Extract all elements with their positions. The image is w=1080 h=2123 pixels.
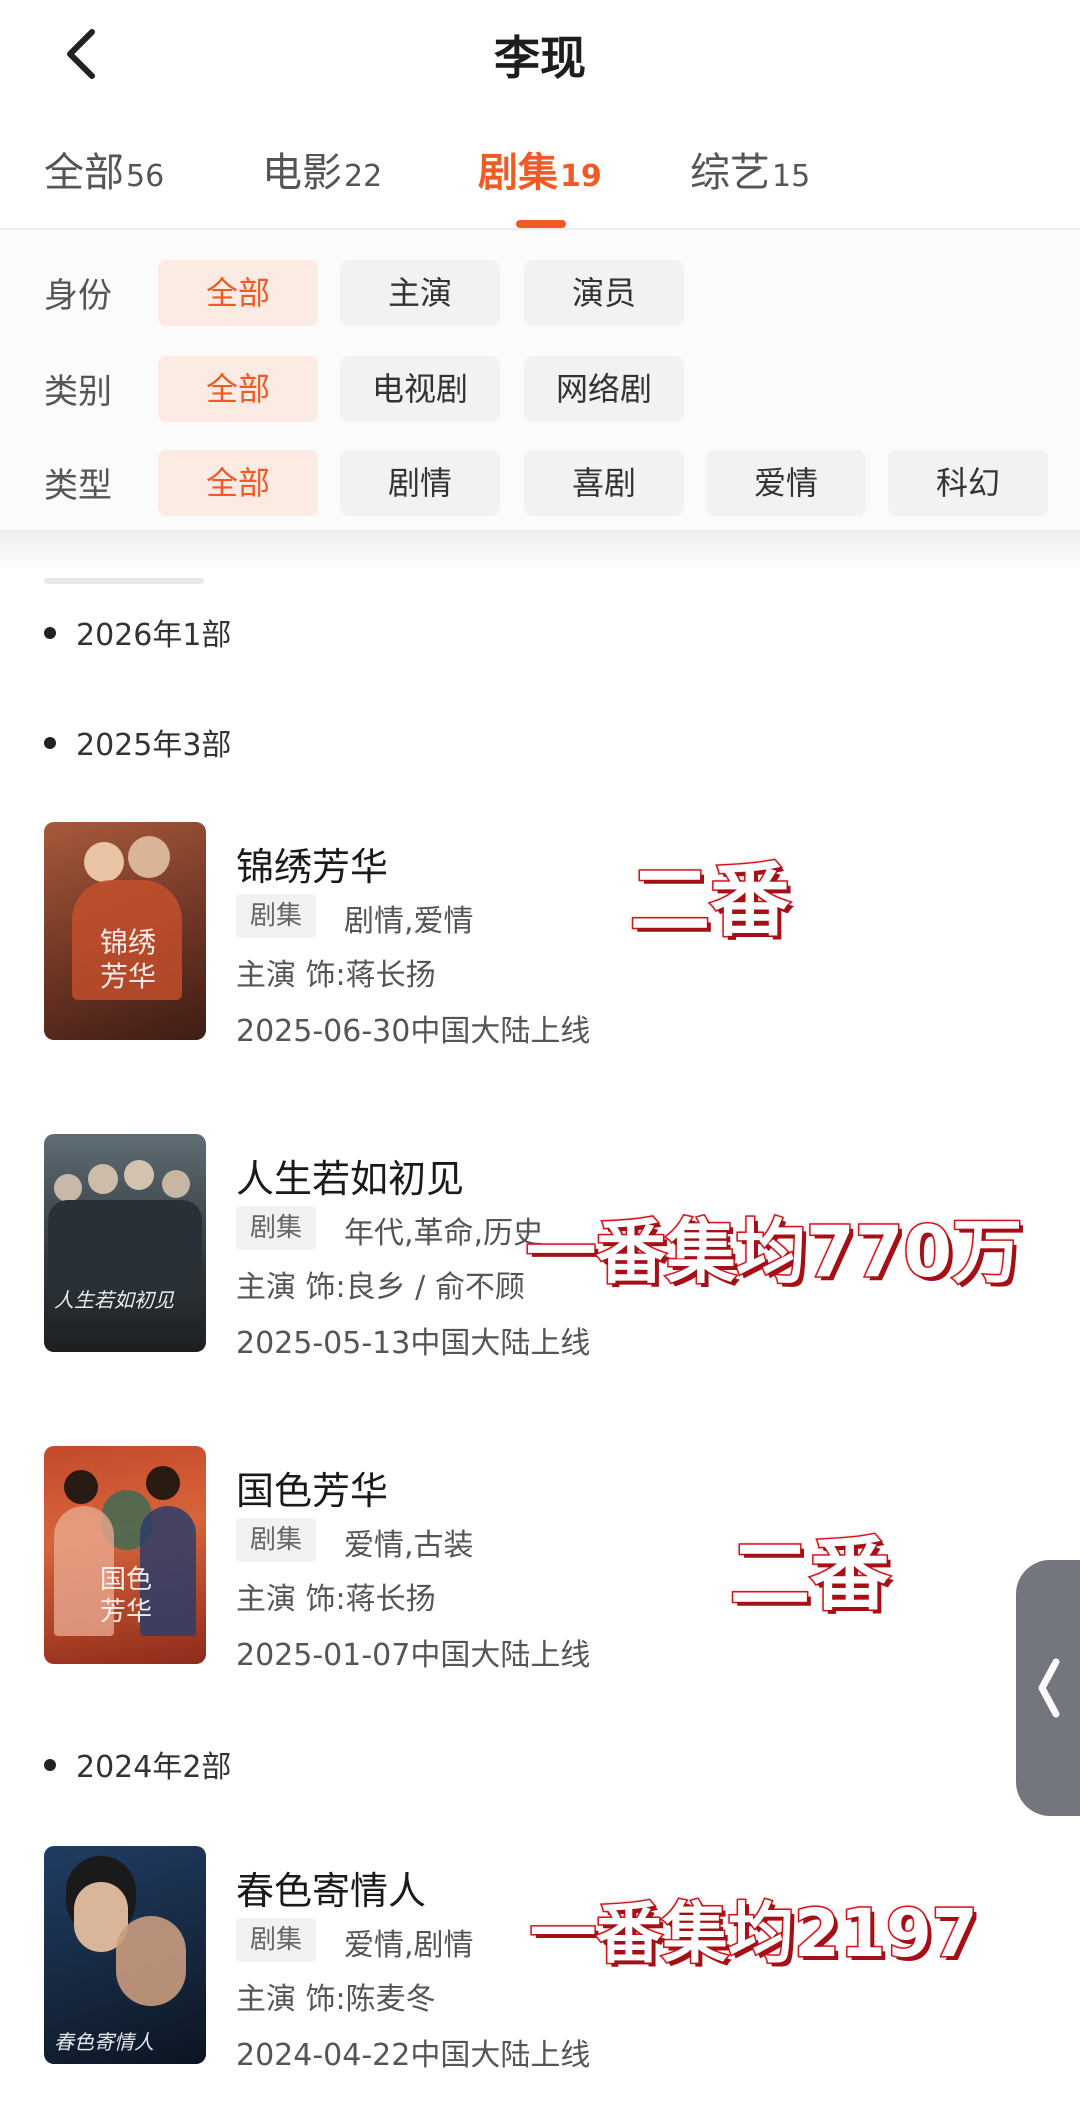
filter-label: 身份	[44, 276, 112, 316]
annotation-text: 二番	[729, 1527, 892, 1623]
year-label: 2026年1部	[76, 618, 232, 653]
filter-chip-lead[interactable]: 主演	[340, 260, 500, 326]
annotation-text: 一番集均2197	[529, 1894, 980, 1974]
series-title: 春色寄情人	[236, 1869, 427, 1913]
filter-chip-actor[interactable]: 演员	[524, 260, 684, 326]
year-label: 2025年3部	[76, 728, 232, 763]
filter-chip-scifi[interactable]: 科幻	[888, 450, 1048, 516]
filter-chip-category-all[interactable]: 全部	[158, 356, 318, 422]
tab-label: 全部	[44, 150, 124, 196]
series-title: 国色芳华	[236, 1469, 389, 1513]
filter-chip-genre-all[interactable]: 全部	[158, 450, 318, 516]
filter-chip-web[interactable]: 网络剧	[524, 356, 684, 422]
type-tag: 剧集	[236, 1918, 317, 1962]
series-title: 锦绣芳华	[236, 845, 389, 889]
year-label: 2024年2部	[76, 1750, 232, 1785]
side-drawer-handle[interactable]	[1016, 1560, 1080, 1816]
poster-title: 人生若如初见	[54, 1288, 174, 1312]
role-text: 主演 饰:蒋长扬	[236, 958, 436, 993]
bullet-icon	[44, 626, 56, 639]
filter-chip-tv[interactable]: 电视剧	[340, 356, 500, 422]
tab-label: 电影	[262, 150, 342, 196]
chevron-left-icon	[1038, 1658, 1060, 1718]
tab-count: 15	[772, 159, 811, 194]
poster-image: 锦绣芳华	[44, 822, 206, 1040]
scrolled-content-edge	[44, 578, 204, 584]
tab-all[interactable]: 全部56	[44, 140, 164, 198]
tab-variety[interactable]: 综艺15	[690, 140, 810, 198]
bullet-icon	[44, 736, 56, 749]
tab-count: 19	[560, 159, 602, 194]
role-text: 主演 饰:陈麦冬	[236, 1982, 436, 2017]
type-tag: 剧集	[236, 1206, 317, 1250]
poster-title: 锦绣芳华	[100, 926, 157, 993]
annotation-text: 一番集均770万	[524, 1210, 1023, 1295]
genre-text: 剧情,爱情	[344, 904, 474, 939]
poster-title: 国色芳华	[100, 1565, 153, 1627]
filter-row-category: 类别 全部 电视剧 网络剧	[0, 356, 1080, 426]
bullet-icon	[44, 1758, 56, 1771]
tab-label: 综艺	[690, 150, 770, 196]
tab-count: 22	[344, 159, 383, 194]
filter-shadow	[0, 530, 1080, 570]
series-card[interactable]: 国色芳华 国色芳华 剧集 爱情,古装 主演 饰:蒋长扬 2025-01-07中国…	[44, 1446, 1044, 1673]
type-tag: 剧集	[236, 894, 317, 938]
poster-image: 人生若如初见	[44, 1134, 206, 1352]
release-text: 2025-01-07中国大陆上线	[236, 1638, 591, 1673]
filter-chip-romance[interactable]: 爱情	[706, 450, 866, 516]
year-header: 2026年1部	[44, 610, 231, 654]
poster-image: 春色寄情人	[44, 1846, 206, 2064]
genre-text: 爱情,古装	[344, 1528, 474, 1563]
filter-label: 类型	[44, 466, 112, 506]
release-text: 2024-04-22中国大陆上线	[236, 2038, 591, 2073]
series-card[interactable]: 锦绣芳华 锦绣芳华 剧集 剧情,爱情 主演 饰:蒋长扬 2025-06-30中国…	[44, 822, 1044, 1049]
page-title: 李现	[494, 31, 586, 85]
genre-text: 爱情,剧情	[344, 1928, 474, 1963]
release-text: 2025-06-30中国大陆上线	[236, 1014, 591, 1049]
annotation-text: 二番	[629, 853, 792, 949]
tab-count: 56	[126, 159, 165, 194]
filter-row-identity: 身份 全部 主演 演员	[0, 260, 1080, 330]
year-header: 2024年2部	[44, 1742, 231, 1786]
filter-row-genre: 类型 全部 剧情 喜剧 爱情 科幻	[0, 450, 1080, 520]
role-text: 主演 饰:良乡 / 俞不顾	[236, 1270, 525, 1305]
type-tag: 剧集	[236, 1518, 317, 1562]
series-title: 人生若如初见	[236, 1157, 465, 1201]
filter-chip-identity-all[interactable]: 全部	[158, 260, 318, 326]
tab-movies[interactable]: 电影22	[262, 140, 382, 198]
year-header: 2025年3部	[44, 720, 231, 764]
active-tab-indicator	[516, 220, 566, 228]
tab-series[interactable]: 剧集19	[478, 140, 602, 198]
role-text: 主演 饰:蒋长扬	[236, 1582, 436, 1617]
filter-label: 类别	[44, 372, 112, 412]
poster-image: 国色芳华	[44, 1446, 206, 1664]
filter-chip-drama[interactable]: 剧情	[340, 450, 500, 516]
filter-chip-comedy[interactable]: 喜剧	[524, 450, 684, 516]
filter-panel: 身份 全部 主演 演员 类别 全部 电视剧 网络剧 类型 全部 剧情 喜剧 爱情…	[0, 230, 1080, 530]
poster-title: 春色寄情人	[54, 2030, 154, 2054]
tab-label: 剧集	[478, 150, 558, 196]
genre-text: 年代,革命,历史	[344, 1216, 544, 1251]
tab-bar: 全部56 电影22 剧集19 综艺15	[0, 130, 1080, 230]
nav-header: 李现	[0, 0, 1080, 110]
release-text: 2025-05-13中国大陆上线	[236, 1326, 591, 1361]
